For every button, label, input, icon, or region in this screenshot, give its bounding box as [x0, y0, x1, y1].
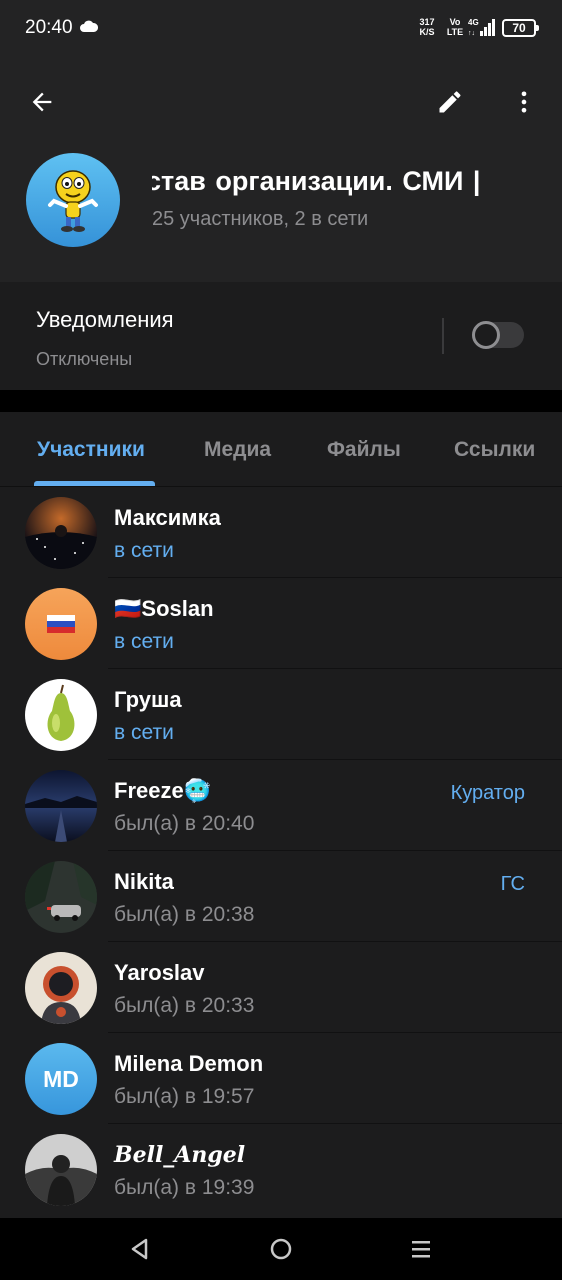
group-info-screen: 20:40 317 K/S Vo LTE 4G ↑↓ 70 став орган…	[0, 0, 562, 1280]
network-speed-unit: K/S	[419, 27, 435, 37]
member-avatar	[25, 861, 97, 933]
member-name: Максимка	[114, 505, 221, 530]
member-status: был(а) в 20:40	[114, 812, 255, 835]
network-speed-value: 317	[419, 17, 435, 27]
member-name: 🇷🇺Soslan	[114, 596, 214, 621]
member-avatar: MD	[25, 1043, 97, 1115]
more-vertical-icon	[521, 91, 527, 113]
member-name: Milena Demon	[114, 1051, 264, 1076]
notifications-toggle[interactable]	[472, 321, 524, 349]
member-row[interactable]: Nikita был(а) в 20:38 ГС	[0, 851, 562, 942]
arrow-left-icon	[32, 92, 52, 112]
network-speed: 317 K/S	[414, 17, 440, 37]
member-avatar	[25, 1134, 97, 1206]
group-subtitle: 25 участников, 2 в сети	[152, 208, 369, 230]
member-role-badge: ГС	[500, 873, 525, 895]
member-avatar	[25, 952, 97, 1024]
svg-text:4G: 4G	[468, 18, 479, 27]
volte-top: Vo	[449, 17, 461, 27]
avatar-image	[25, 588, 97, 660]
tab-files[interactable]: Файлы	[327, 438, 401, 462]
member-name: Nikita	[114, 869, 174, 894]
astronaut-avatar-icon	[25, 952, 97, 1024]
member-status: был(а) в 19:57	[114, 1085, 255, 1108]
battery-indicator: 70	[502, 19, 539, 37]
circle-home-icon	[270, 1238, 292, 1260]
member-avatar	[25, 497, 97, 569]
member-status: в сети	[114, 630, 174, 653]
member-row[interactable]: MD Milena Demon был(а) в 19:57	[0, 1033, 562, 1124]
member-row[interactable]: Yaroslav был(а) в 20:33	[0, 942, 562, 1033]
member-avatar	[25, 679, 97, 751]
back-button[interactable]	[20, 80, 64, 124]
notifications-label: Уведомления	[36, 307, 174, 332]
avatar-image	[25, 770, 97, 842]
cloud-icon	[80, 20, 98, 32]
member-name: Freeze🥶	[114, 778, 212, 803]
tab-bar: Участники Медиа Файлы Ссылки	[0, 412, 562, 487]
notifications-row[interactable]: Уведомления Отключены	[0, 282, 562, 390]
member-row[interactable]: Максимка в сети	[0, 487, 562, 578]
avatar-image	[25, 861, 97, 933]
avatar-initials: MD	[25, 1043, 97, 1115]
member-row[interactable]: Bell_Angel был(а) в 19:39	[0, 1124, 562, 1215]
nav-recents-button[interactable]	[403, 1231, 439, 1267]
volte-indicator: Vo LTE	[444, 17, 466, 37]
tab-media[interactable]: Медиа	[204, 438, 271, 462]
member-role-badge: Куратор	[450, 782, 525, 804]
svg-text:↑↓: ↑↓	[468, 30, 475, 37]
group-header: став организации. СМИ | 25 участников, 2…	[0, 58, 562, 282]
members-list: Максимка в сети 🇷🇺Soslan в сети Груша в …	[0, 487, 562, 1215]
volte-bottom: LTE	[446, 27, 464, 37]
member-name: Bell_Angel	[114, 1142, 246, 1168]
member-name: Yaroslav	[114, 960, 205, 985]
member-status: в сети	[114, 721, 174, 744]
section-divider	[0, 390, 562, 412]
notifications-divider	[442, 318, 444, 354]
notifications-value: Отключены	[36, 349, 133, 369]
member-avatar	[25, 770, 97, 842]
triangle-back-icon	[131, 1238, 148, 1260]
avatar-image	[25, 497, 97, 569]
signal-icon: 4G ↑↓	[468, 18, 495, 37]
system-nav-bar	[0, 1218, 562, 1280]
member-status: был(а) в 19:39	[114, 1176, 255, 1199]
member-status: был(а) в 20:33	[114, 994, 255, 1017]
avatar-image	[25, 1134, 97, 1206]
tab-links[interactable]: Ссылки	[454, 438, 535, 462]
tab-indicator	[34, 481, 155, 486]
member-status: был(а) в 20:38	[114, 903, 255, 926]
group-title-container: став организации. СМИ |	[152, 166, 544, 206]
member-row[interactable]: Груша в сети	[0, 669, 562, 760]
group-title: став организации. СМИ |	[152, 166, 481, 196]
group-avatar[interactable]	[26, 153, 120, 247]
more-options-button[interactable]	[502, 80, 546, 124]
smiley-sticker-icon	[48, 170, 98, 232]
member-row[interactable]: Freeze🥶 был(а) в 20:40 Куратор	[0, 760, 562, 851]
edit-button[interactable]	[428, 80, 472, 124]
member-status: в сети	[114, 539, 174, 562]
tab-members[interactable]: Участники	[37, 438, 145, 462]
member-avatar	[25, 588, 97, 660]
status-bar: 20:40 317 K/S Vo LTE 4G ↑↓ 70	[0, 0, 562, 58]
status-time: 20:40	[25, 17, 73, 38]
nav-home-button[interactable]	[263, 1231, 299, 1267]
nav-back-button[interactable]	[122, 1231, 158, 1267]
member-name: Груша	[114, 687, 182, 712]
member-row[interactable]: 🇷🇺Soslan в сети	[0, 578, 562, 669]
pencil-icon	[439, 91, 461, 113]
pear-icon	[25, 679, 97, 751]
menu-recents-icon	[412, 1241, 430, 1258]
toggle-knob	[472, 321, 500, 349]
